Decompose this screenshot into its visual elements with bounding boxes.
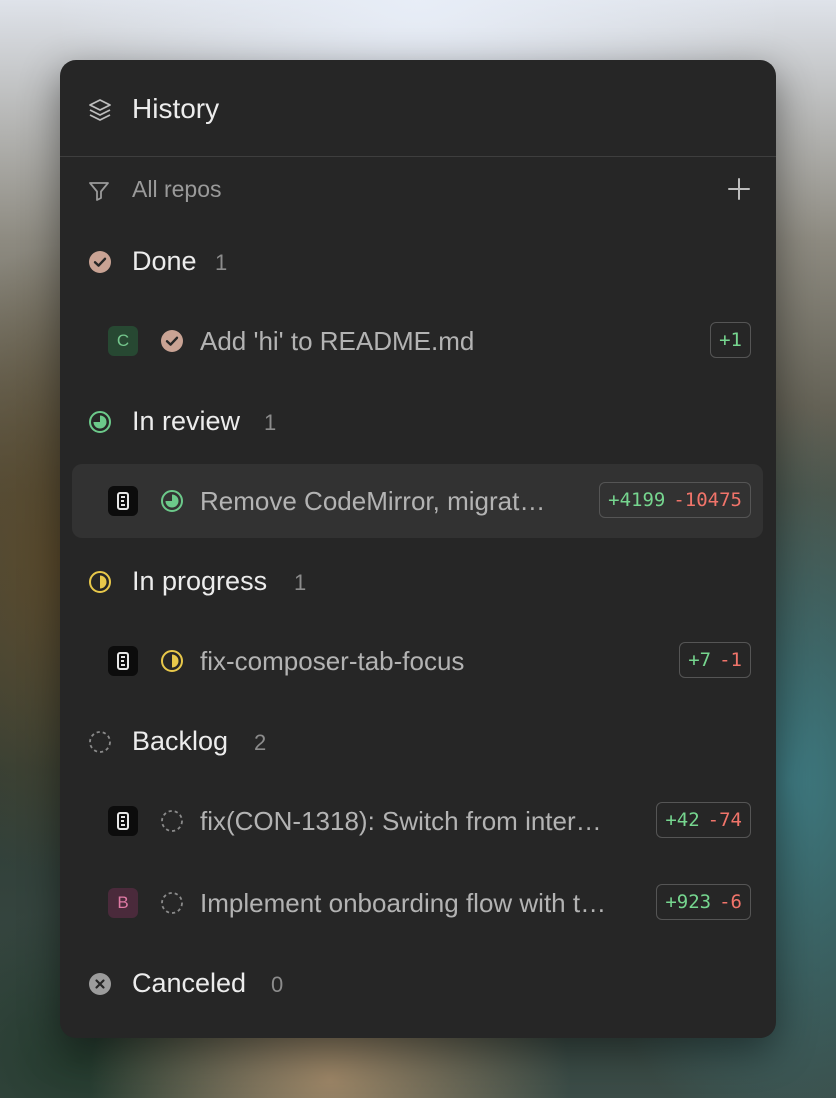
- group-header-canceled[interactable]: Canceled 0: [60, 956, 776, 1012]
- cursor-logo-icon: [108, 806, 138, 836]
- panel-header: History: [60, 60, 776, 157]
- backlog-dashed-circle-icon: [160, 809, 184, 833]
- task-row[interactable]: C Add 'hi' to README.md +1: [72, 304, 763, 378]
- in-review-icon: [160, 489, 184, 513]
- diff-stat-badge: +1: [710, 322, 751, 358]
- additions-count: +923: [665, 891, 712, 913]
- task-title: fix(CON-1318): Switch from internal API: [200, 806, 610, 836]
- in-progress-icon: [160, 649, 184, 673]
- page-title: History: [132, 93, 220, 124]
- diff-stat-badge: +4199 -10475: [599, 482, 751, 518]
- task-title: fix-composer-tab-focus: [200, 646, 465, 676]
- group-title: In review: [132, 406, 241, 436]
- group-count: 2: [254, 730, 267, 755]
- done-check-icon: [88, 250, 112, 274]
- history-panel: History All repos Done 1 C Add 'hi' to R…: [60, 60, 776, 1038]
- deletions-count: -6: [719, 891, 742, 913]
- filter-icon: [87, 179, 111, 203]
- task-row[interactable]: Remove CodeMirror, migrate to Monaco edi…: [72, 464, 763, 538]
- diff-stat-badge: +923 -6: [656, 884, 751, 920]
- additions-count: +42: [665, 809, 700, 831]
- task-row[interactable]: fix(CON-1318): Switch from internal API …: [72, 784, 763, 858]
- group-header-in-progress[interactable]: In progress 1: [60, 554, 776, 610]
- task-title: Implement onboarding flow with tour: [200, 888, 610, 918]
- deletions-count: -1: [719, 649, 742, 671]
- group-count: 1: [264, 410, 277, 435]
- task-row[interactable]: B Implement onboarding flow with tour +9…: [72, 866, 763, 940]
- deletions-count: -10475: [673, 489, 742, 511]
- cursor-logo-icon: [108, 486, 138, 516]
- done-check-icon: [160, 329, 184, 353]
- group-header-done[interactable]: Done 1: [60, 234, 776, 290]
- add-button[interactable]: [722, 172, 756, 206]
- group-title: Canceled: [132, 968, 247, 998]
- additions-count: +1: [719, 329, 742, 351]
- group-title: Backlog: [132, 726, 229, 756]
- diff-stat-badge: +42 -74: [656, 802, 751, 838]
- additions-count: +4199: [608, 489, 666, 511]
- layers-icon: [87, 97, 113, 123]
- diff-stat-badge: +7 -1: [679, 642, 751, 678]
- group-count: 0: [271, 972, 284, 997]
- group-count: 1: [215, 250, 228, 275]
- task-title: Remove CodeMirror, migrate to Monaco edi…: [200, 486, 546, 516]
- in-review-icon: [88, 410, 112, 434]
- backlog-dashed-circle-icon: [88, 730, 112, 754]
- additions-count: +7: [688, 649, 712, 671]
- plus-icon: [728, 178, 750, 200]
- task-row[interactable]: fix-composer-tab-focus +7 -1: [72, 624, 763, 698]
- group-header-backlog[interactable]: Backlog 2: [60, 714, 776, 770]
- cursor-logo-icon: [108, 646, 138, 676]
- repo-filter[interactable]: All repos: [60, 158, 776, 222]
- repo-badge: C: [108, 326, 138, 356]
- task-title: Add 'hi' to README.md: [200, 326, 475, 356]
- group-count: 1: [294, 570, 307, 595]
- group-title: In progress: [132, 566, 268, 596]
- group-header-in-review[interactable]: In review 1: [60, 394, 776, 450]
- backlog-dashed-circle-icon: [160, 891, 184, 915]
- canceled-x-icon: [88, 972, 112, 996]
- in-progress-icon: [88, 570, 112, 594]
- repo-badge: B: [108, 888, 138, 918]
- deletions-count: -74: [707, 809, 742, 831]
- group-title: Done: [132, 246, 197, 276]
- filter-label: All repos: [132, 176, 222, 202]
